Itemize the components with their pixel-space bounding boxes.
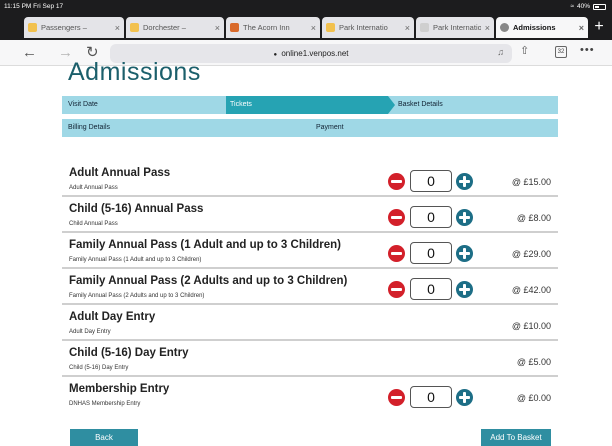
quantity-input[interactable] <box>410 206 452 228</box>
back-button[interactable]: Back <box>70 429 138 446</box>
ticket-price: @ £10.00 <box>511 321 551 331</box>
ticket-name: Adult Annual Pass <box>69 167 171 179</box>
park-icon <box>420 23 429 32</box>
status-time: 11:15 PM Fri Sep 17 <box>4 3 64 10</box>
tabs-overview-icon[interactable]: 32 <box>555 46 567 58</box>
tab-passengers[interactable]: Passengers – × <box>24 17 124 38</box>
ticket-name: Adult Day Entry <box>69 311 156 323</box>
increase-quantity-button[interactable] <box>456 389 473 406</box>
bus-icon <box>326 23 335 32</box>
status-bar: 11:15 PM Fri Sep 17 ≈ 40% <box>0 0 612 14</box>
ticket-name: Family Annual Pass (2 Adults and up to 3… <box>69 275 348 287</box>
ticket-price: @ £15.00 <box>511 177 551 187</box>
close-icon[interactable]: × <box>485 23 490 33</box>
tab-title: Dorchester – <box>143 23 186 32</box>
more-icon[interactable]: ••• <box>580 44 595 56</box>
quantity-input[interactable] <box>410 242 452 264</box>
step-tickets[interactable]: Tickets <box>226 96 395 114</box>
ticket-description: Child (5-16) Day Entry <box>69 365 129 371</box>
ticket-row-adult-annual: Adult Annual Pass Adult Annual Pass @ £1… <box>62 163 558 197</box>
ticket-description: Child Annual Pass <box>69 221 118 227</box>
back-arrow-icon[interactable]: ← <box>22 44 37 62</box>
ticket-price: @ £0.00 <box>516 393 551 403</box>
tab-bar: Passengers – × Dorchester – × The Acorn … <box>0 14 612 40</box>
decrease-quantity-button[interactable] <box>388 245 405 262</box>
ticket-row-family-annual-1-adult: Family Annual Pass (1 Adult and up to 3 … <box>62 235 558 269</box>
ticket-name: Child (5-16) Annual Pass <box>69 203 204 215</box>
close-icon[interactable]: × <box>311 23 316 33</box>
globe-icon <box>500 23 509 32</box>
inn-icon <box>230 23 239 32</box>
tab-acorn-inn[interactable]: The Acorn Inn × <box>226 17 320 38</box>
ticket-price: @ £5.00 <box>516 357 551 367</box>
ticket-description: Adult Day Entry <box>69 329 111 335</box>
add-to-basket-button[interactable]: Add To Basket <box>481 429 551 446</box>
tab-admissions[interactable]: Admissions × <box>496 17 588 38</box>
microphone-icon[interactable]: ♫ <box>497 47 504 57</box>
ticket-price: @ £29.00 <box>511 249 551 259</box>
share-icon[interactable]: ⇧ <box>520 44 529 57</box>
quantity-input[interactable] <box>410 170 452 192</box>
wifi-icon: ≈ <box>570 3 574 10</box>
tab-park-international-2[interactable]: Park Internatio × <box>416 17 494 38</box>
ticket-description: Family Annual Pass (1 Adult and up to 3 … <box>69 257 202 263</box>
ticket-description: Family Annual Pass (2 Adults and up to 3… <box>69 293 205 299</box>
tab-title: Passengers – <box>41 23 87 32</box>
decrease-quantity-button[interactable] <box>388 209 405 226</box>
step-basket-details[interactable]: Basket Details <box>398 101 443 108</box>
increase-quantity-button[interactable] <box>456 281 473 298</box>
close-icon[interactable]: × <box>215 23 220 33</box>
ticket-row-family-annual-2-adults: Family Annual Pass (2 Adults and up to 3… <box>62 271 558 305</box>
ticket-name: Family Annual Pass (1 Adult and up to 3 … <box>69 239 341 251</box>
ticket-description: DNHAS Membership Entry <box>69 401 141 407</box>
ticket-row-child-annual: Child (5-16) Annual Pass Child Annual Pa… <box>62 199 558 233</box>
close-icon[interactable]: × <box>405 23 410 33</box>
tab-dorchester[interactable]: Dorchester – × <box>126 17 224 38</box>
ticket-description: Adult Annual Pass <box>69 185 118 191</box>
ticket-price: @ £42.00 <box>511 285 551 295</box>
increase-quantity-button[interactable] <box>456 245 473 262</box>
tab-title: The Acorn Inn <box>243 23 290 32</box>
browser-window: 11:15 PM Fri Sep 17 ≈ 40% Passengers – ×… <box>0 0 612 446</box>
quantity-input[interactable] <box>410 278 452 300</box>
close-icon[interactable]: × <box>579 23 584 33</box>
increase-quantity-button[interactable] <box>456 209 473 226</box>
tab-title: Park Internatio <box>433 23 481 32</box>
checkout-steps-row-1: Visit Date Tickets Basket Details <box>62 96 558 114</box>
close-icon[interactable]: × <box>115 23 120 33</box>
tab-park-international-1[interactable]: Park Internatio × <box>322 17 414 38</box>
step-visit-date[interactable]: Visit Date <box>68 101 98 108</box>
decrease-quantity-button[interactable] <box>388 281 405 298</box>
step-payment[interactable]: Payment <box>316 124 344 131</box>
tab-title: Admissions <box>513 23 556 32</box>
bus-icon <box>28 23 37 32</box>
step-billing-details[interactable]: Billing Details <box>68 124 110 131</box>
decrease-quantity-button[interactable] <box>388 173 405 190</box>
ticket-price: @ £8.00 <box>516 213 551 223</box>
ticket-row-membership: Membership Entry DNHAS Membership Entry … <box>62 379 558 413</box>
battery-icon <box>593 3 606 10</box>
battery-percent: 40% <box>576 3 590 10</box>
bus-icon <box>130 23 139 32</box>
new-tab-button[interactable]: + <box>590 18 608 36</box>
status-indicators: ≈ 40% <box>570 3 606 10</box>
lock-icon: ● <box>273 52 278 58</box>
tab-title: Park Internatio <box>339 23 388 32</box>
ticket-name: Membership Entry <box>69 383 170 395</box>
ticket-row-adult-day: Adult Day Entry Adult Day Entry @ £10.00 <box>62 307 558 341</box>
ticket-name: Child (5-16) Day Entry <box>69 347 189 359</box>
increase-quantity-button[interactable] <box>456 173 473 190</box>
ticket-row-child-day: Child (5-16) Day Entry Child (5-16) Day … <box>62 343 558 377</box>
decrease-quantity-button[interactable] <box>388 389 405 406</box>
page-title: Admissions <box>68 58 201 86</box>
quantity-input[interactable] <box>410 386 452 408</box>
url-text: online1.venpos.net <box>281 49 349 58</box>
checkout-steps-row-2: Billing Details Payment <box>62 119 558 137</box>
